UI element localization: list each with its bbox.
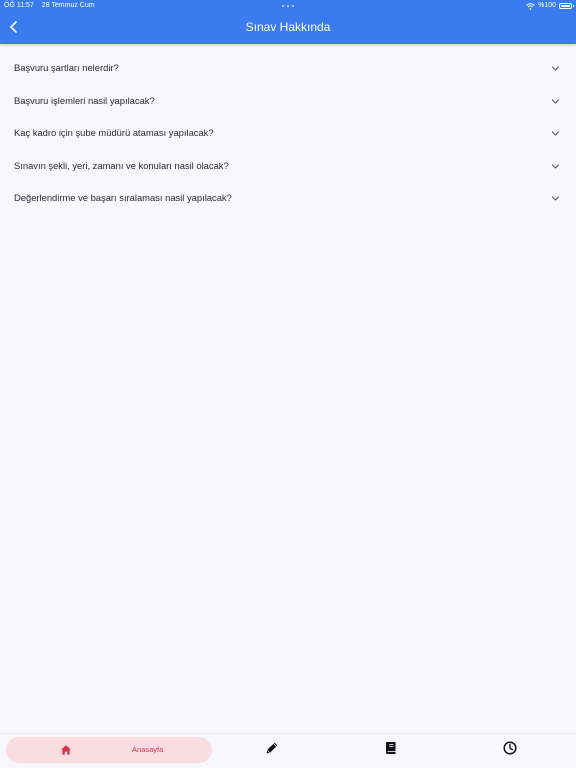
faq-question: Değerlendirme ve başarı sıralaması nasil… — [14, 192, 232, 204]
book-icon — [386, 742, 396, 754]
faq-question: Başvuru işlemleri nasil yapılacak? — [14, 94, 155, 106]
wifi-icon — [526, 2, 535, 10]
chevron-down-icon — [551, 66, 560, 71]
faq-item[interactable]: Kaç kadro için şube müdürü ataması yapıl… — [0, 117, 576, 150]
chevron-down-icon — [551, 196, 560, 201]
faq-list: Başvuru şartları nelerdir? Başvuru işlem… — [0, 52, 576, 215]
nav-book-button[interactable] — [383, 740, 399, 756]
status-bar: ÖĞ 11:57 28 Temmuz Cum %100 — [0, 0, 576, 12]
faq-question: Başvuru şartları nelerdir? — [14, 62, 119, 73]
faq-item[interactable]: Başvuru işlemleri nasil yapılacak? — [0, 85, 576, 118]
status-date: 28 Temmuz Cum — [41, 2, 95, 9]
nav-pencil-button[interactable] — [264, 740, 280, 756]
bottom-nav: Anasayfa — [0, 733, 576, 768]
status-left: ÖĞ 11:57 28 Temmuz Cum — [4, 0, 95, 12]
app-header: ÖĞ 11:57 28 Temmuz Cum %100 Sınav Hakkın… — [0, 0, 576, 44]
chevron-down-icon — [551, 99, 560, 104]
multitasking-dots-icon[interactable] — [282, 5, 294, 7]
nav-clock-button[interactable] — [502, 740, 518, 756]
home-icon — [61, 745, 71, 755]
faq-question: Sınavın şekli, yeri, zamanı ve konuları … — [14, 159, 229, 171]
chevron-down-icon — [551, 164, 560, 169]
pencil-icon — [266, 742, 278, 754]
battery-icon — [559, 3, 574, 9]
faq-item[interactable]: Değerlendirme ve başarı sıralaması nasil… — [0, 182, 576, 215]
faq-question: Kaç kadro için şube müdürü ataması yapıl… — [14, 127, 214, 139]
clock-icon — [503, 741, 517, 755]
status-time: ÖĞ 11:57 — [4, 2, 34, 9]
faq-item[interactable]: Başvuru şartları nelerdir? — [0, 52, 576, 85]
battery-percent: %100 — [538, 2, 556, 9]
chevron-down-icon — [551, 131, 560, 136]
nav-home-label: Anasayfa — [132, 745, 164, 754]
page-title: Sınav Hakkında — [245, 20, 331, 34]
status-right: %100 — [526, 0, 574, 12]
nav-home-button[interactable]: Anasayfa — [6, 737, 212, 763]
faq-item[interactable]: Sınavın şekli, yeri, zamanı ve konuları … — [0, 150, 576, 183]
